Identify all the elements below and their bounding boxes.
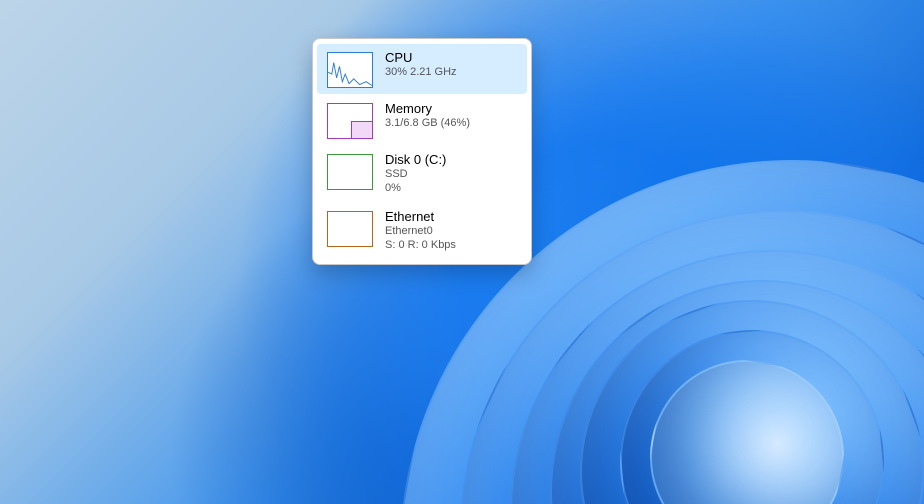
memory-title: Memory bbox=[385, 101, 470, 117]
cpu-title: CPU bbox=[385, 50, 457, 66]
memory-usage: 3.1/6.8 GB (46%) bbox=[385, 117, 470, 131]
disk-graph-icon bbox=[327, 154, 373, 190]
perf-item-ethernet[interactable]: Ethernet Ethernet0 S: 0 R: 0 Kbps bbox=[317, 203, 527, 259]
cpu-graph-icon bbox=[327, 52, 373, 88]
disk-usage: 0% bbox=[385, 182, 446, 196]
ethernet-adapter: Ethernet0 bbox=[385, 225, 456, 239]
desktop-wallpaper: CPU 30% 2.21 GHz Memory 3.1/6.8 GB (46%)… bbox=[0, 0, 924, 504]
perf-item-disk[interactable]: Disk 0 (C:) SSD 0% bbox=[317, 146, 527, 202]
cpu-usage: 30% 2.21 GHz bbox=[385, 66, 457, 80]
perf-item-memory[interactable]: Memory 3.1/6.8 GB (46%) bbox=[317, 95, 527, 145]
ethernet-rate: S: 0 R: 0 Kbps bbox=[385, 239, 456, 253]
disk-type: SSD bbox=[385, 168, 446, 182]
ethernet-graph-icon bbox=[327, 211, 373, 247]
perf-item-cpu[interactable]: CPU 30% 2.21 GHz bbox=[317, 44, 527, 94]
memory-graph-icon bbox=[327, 103, 373, 139]
ethernet-title: Ethernet bbox=[385, 209, 456, 225]
disk-title: Disk 0 (C:) bbox=[385, 152, 446, 168]
performance-summary-panel: CPU 30% 2.21 GHz Memory 3.1/6.8 GB (46%)… bbox=[312, 38, 532, 265]
